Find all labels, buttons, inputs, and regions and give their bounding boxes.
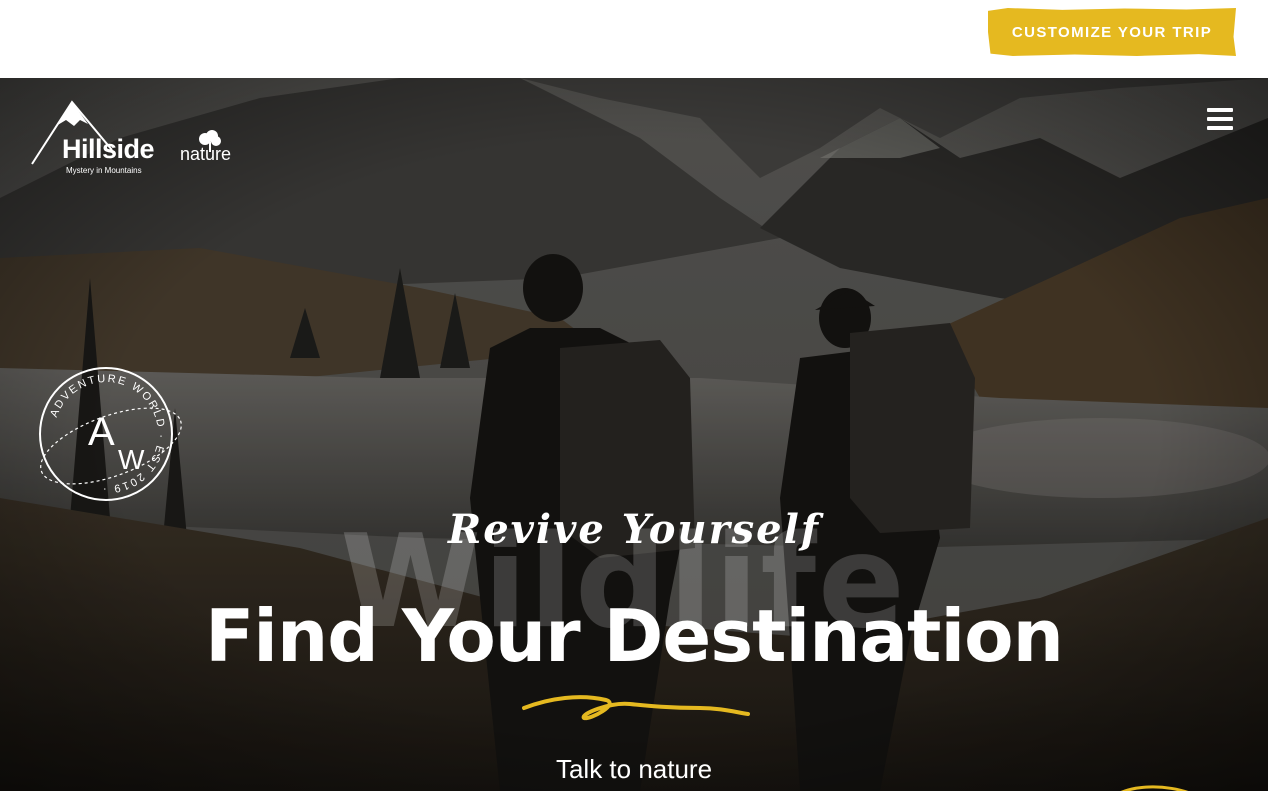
top-bar: CUSTOMIZE YOUR TRIP [0, 0, 1268, 78]
hero-script-title: Revive Yourself [447, 506, 821, 553]
badge-monogram-a: A [88, 410, 115, 454]
site-logo[interactable]: Hillside nature Mystery in Mountains [30, 100, 250, 180]
badge-monogram-w: W [118, 444, 145, 475]
logo-brand-text: Hillside [62, 134, 155, 164]
hero-subtitle: Talk to nature [555, 754, 713, 784]
logo-brand-subtext: nature [180, 144, 232, 164]
hamburger-menu-icon[interactable] [1205, 106, 1237, 132]
hero-headline: Find Your Destination [205, 594, 1064, 678]
customize-trip-button[interactable]: CUSTOMIZE YOUR TRIP [988, 8, 1236, 56]
squiggle-underline-icon [522, 695, 750, 721]
logo-tagline: Mystery in Mountains [66, 166, 142, 175]
hero-background-image [0, 78, 1268, 791]
adventure-world-badge: ADVENTURE WORLD · EST 2019 · A W [36, 364, 186, 504]
hero-section: Hillside nature Mystery in Mountains ADV… [0, 78, 1268, 791]
scroll-ring-icon [1121, 785, 1189, 791]
